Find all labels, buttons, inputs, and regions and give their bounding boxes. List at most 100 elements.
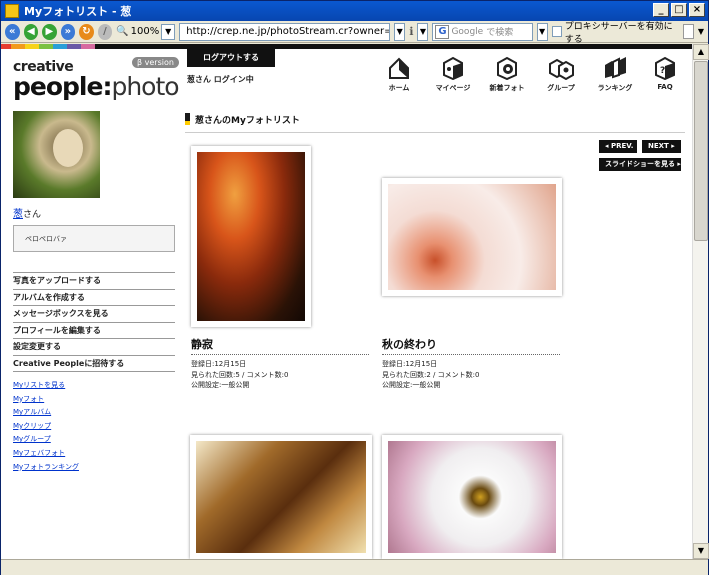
profile-comment: ペロペロバァ bbox=[13, 225, 175, 252]
photo-thumb-3[interactable] bbox=[190, 435, 372, 559]
logout-button[interactable]: ログアウトする bbox=[187, 49, 275, 67]
minimize-button[interactable]: _ bbox=[653, 3, 669, 17]
menu-create-album[interactable]: アルバムを作成する bbox=[13, 288, 175, 306]
link-my-clips[interactable]: Myクリップ bbox=[13, 421, 79, 435]
slideshow-button[interactable]: スライドショーを見る ▸ bbox=[599, 158, 681, 171]
back-icon[interactable]: ◀ bbox=[23, 23, 39, 40]
link-my-groups[interactable]: Myグループ bbox=[13, 434, 79, 448]
browser-window: Myフォトリスト - 葱 _ □ × « ◀ ▶ » ↻ / 🔍 100% ▼ … bbox=[0, 0, 709, 575]
scroll-thumb[interactable] bbox=[694, 61, 708, 241]
color-segment bbox=[1, 44, 11, 49]
address-bar[interactable]: http://crep.ne.jp/photoStream.cr?owner=3… bbox=[179, 22, 391, 41]
menu-upload-photo[interactable]: 写真をアップロードする bbox=[13, 272, 175, 289]
color-segment bbox=[81, 44, 95, 49]
page-heading: 葱さんのMyフォトリスト bbox=[185, 111, 685, 133]
photo-stats-1: 見られた回数:5 / コメント数:0 bbox=[191, 370, 289, 379]
link-my-photos[interactable]: Myフォト bbox=[13, 394, 79, 408]
next-button[interactable]: NEXT ▸ bbox=[642, 140, 681, 153]
link-my-fav-photos[interactable]: Myフェバフォト bbox=[13, 448, 79, 462]
nav-new-photos[interactable]: 新着フォト bbox=[482, 56, 532, 93]
menu-edit-profile[interactable]: プロフィールを編集する bbox=[13, 321, 175, 339]
floating-leaf-image bbox=[388, 184, 556, 290]
dry-leaves-image bbox=[196, 441, 366, 553]
color-bar-black bbox=[95, 44, 692, 49]
photo-date-2: 登録日:12月15日 bbox=[382, 360, 438, 368]
url-text: http://crep.ne.jp/photoStream.cr?owner=3… bbox=[186, 26, 389, 37]
color-segment bbox=[25, 44, 39, 49]
beta-badge: β version bbox=[132, 57, 179, 68]
nav-home-label: ホーム bbox=[388, 84, 410, 92]
web-page: creative people:photo β version ログアウトする … bbox=[1, 44, 692, 559]
search-placeholder: で検索 bbox=[486, 28, 514, 38]
photo-thumb-4[interactable] bbox=[382, 435, 562, 559]
page-icon[interactable] bbox=[682, 24, 694, 39]
slideshow-label: スライドショーを見る bbox=[605, 160, 675, 168]
username-link[interactable]: 葱 bbox=[13, 209, 23, 220]
photo-visibility-1: 公開設定:一般公開 bbox=[191, 381, 250, 389]
menu-invite[interactable]: Creative Peopleに招待する bbox=[13, 354, 175, 372]
close-button[interactable]: × bbox=[689, 3, 705, 17]
page-title: 葱さんのMyフォトリスト bbox=[195, 116, 300, 126]
link-my-list[interactable]: Myリストを見る bbox=[13, 380, 79, 394]
menu-message-box[interactable]: メッセージボックスを見る bbox=[13, 305, 175, 322]
cosmos-bee-image bbox=[388, 441, 556, 553]
nav-new-photos-label: 新着フォト bbox=[489, 84, 525, 92]
search-input[interactable]: G Google で検索 bbox=[432, 22, 533, 41]
photo-thumb-2[interactable] bbox=[382, 178, 562, 296]
vertical-scrollbar[interactable]: ▲ ▼ bbox=[692, 44, 709, 559]
nav-ranking-label: ランキング bbox=[597, 84, 633, 92]
app-icon bbox=[5, 4, 19, 18]
proxy-checkbox[interactable] bbox=[551, 26, 562, 37]
scroll-down-arrow[interactable]: ▼ bbox=[693, 543, 709, 559]
prev-button[interactable]: ◂ PREV. bbox=[599, 140, 637, 153]
brand-color-bar bbox=[1, 44, 692, 49]
nav-ranking[interactable]: ランキング bbox=[590, 56, 640, 93]
nav-mypage-label: マイページ bbox=[435, 84, 471, 92]
color-segment bbox=[67, 44, 81, 49]
profile-photo[interactable] bbox=[13, 111, 100, 198]
info-icon[interactable]: ℹ bbox=[409, 25, 413, 38]
name-suffix: さん bbox=[23, 210, 42, 220]
color-segment bbox=[11, 44, 25, 49]
menu-settings[interactable]: 設定変更する bbox=[13, 338, 175, 355]
proxy-toggle[interactable]: プロキシサーバーを有効にする bbox=[551, 19, 679, 45]
nav-groups[interactable]: グループ bbox=[536, 56, 586, 93]
camera-icon bbox=[497, 56, 517, 80]
forward-icon[interactable]: ▶ bbox=[42, 23, 57, 40]
faq-icon: ? bbox=[655, 56, 675, 80]
link-my-albums[interactable]: Myアルバム bbox=[13, 407, 79, 421]
color-segment bbox=[39, 44, 53, 49]
info-dropdown[interactable]: ▼ bbox=[417, 22, 429, 41]
logo-photo: photo bbox=[111, 72, 179, 101]
mypage-icon bbox=[443, 56, 463, 80]
google-icon: G bbox=[435, 24, 450, 39]
photo-title-2[interactable]: 秋の終わり bbox=[382, 336, 560, 355]
zoom-control[interactable]: 🔍 100% ▼ bbox=[116, 23, 176, 40]
page-dropdown[interactable]: ▼ bbox=[698, 27, 704, 36]
home-icon bbox=[389, 57, 409, 79]
rewind-icon[interactable]: « bbox=[5, 23, 20, 40]
status-bar bbox=[1, 559, 708, 575]
heading-marker bbox=[185, 113, 190, 125]
photo-thumb-1[interactable] bbox=[191, 146, 311, 327]
photo-meta-2: 登録日:12月15日 見られた回数:2 / コメント数:0 公開設定:一般公開 bbox=[382, 359, 479, 391]
fast-forward-icon[interactable]: » bbox=[60, 23, 76, 40]
stop-icon[interactable]: / bbox=[97, 23, 113, 40]
maximize-button[interactable]: □ bbox=[671, 3, 687, 17]
link-my-photo-ranking[interactable]: Myフォトランキング bbox=[13, 462, 79, 476]
magnifier-icon: 🔍 bbox=[116, 26, 129, 37]
nav-home[interactable]: ホーム bbox=[374, 56, 424, 93]
nav-faq[interactable]: ? FAQ bbox=[640, 56, 690, 91]
proxy-label: プロキシサーバーを有効にする bbox=[564, 21, 673, 45]
scroll-up-arrow[interactable]: ▲ bbox=[693, 44, 709, 60]
photo-title-1[interactable]: 静寂 bbox=[191, 336, 369, 355]
group-icon bbox=[549, 58, 574, 80]
zoom-dropdown[interactable]: ▼ bbox=[161, 23, 176, 40]
search-dropdown[interactable]: ▼ bbox=[536, 22, 548, 41]
nav-mypage[interactable]: マイページ bbox=[428, 56, 478, 93]
address-dropdown[interactable]: ▼ bbox=[394, 22, 406, 41]
monkey-image bbox=[53, 129, 83, 167]
nav-groups-label: グループ bbox=[547, 84, 575, 92]
search-engine: Google bbox=[451, 26, 484, 37]
reload-icon[interactable]: ↻ bbox=[79, 23, 94, 40]
